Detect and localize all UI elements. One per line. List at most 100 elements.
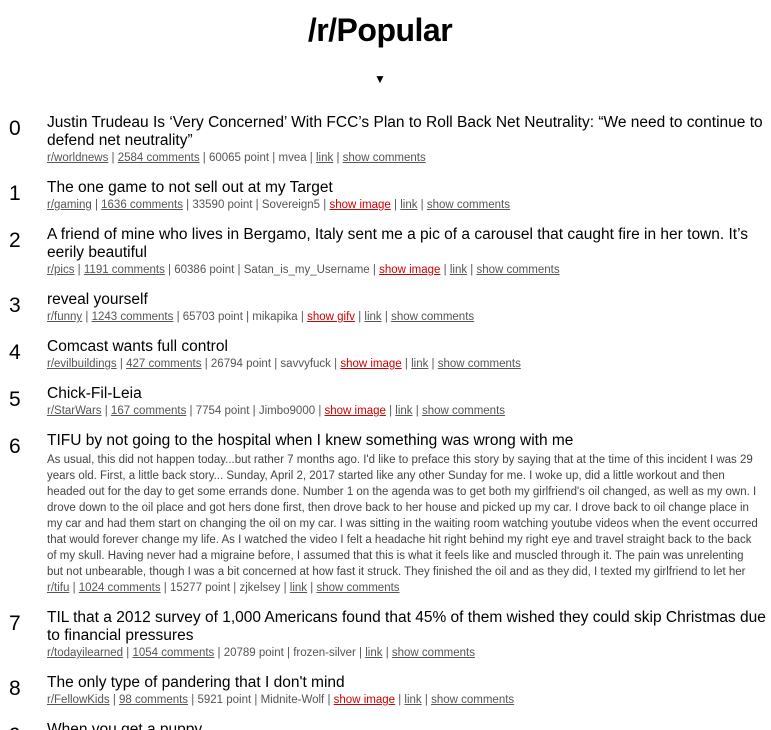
link-button[interactable]: link xyxy=(411,358,428,370)
author: mikapika xyxy=(252,311,298,323)
post-index: 3 xyxy=(9,294,21,317)
author: Midnite-Wolf xyxy=(260,694,325,706)
post-meta: r/funny | 1243 comments | 65703 point | … xyxy=(47,311,475,323)
post-item: 7 TIL that a 2012 survey of 1,000 Americ… xyxy=(8,609,768,660)
points: 60386 point xyxy=(174,264,235,276)
post-item: 1 The one game to not sell out at my Tar… xyxy=(8,179,768,212)
post-item: 4 Comcast wants full control r/evilbuild… xyxy=(8,338,768,371)
subreddit-link[interactable]: r/pics xyxy=(47,264,74,276)
show-image-button[interactable]: show image xyxy=(379,264,440,276)
subreddit-link[interactable]: r/funny xyxy=(47,311,82,323)
subreddit-link[interactable]: r/StarWars xyxy=(47,405,102,417)
post-title[interactable]: TIFU by not going to the hospital when I… xyxy=(47,432,768,450)
subreddit-link[interactable]: r/evilbuildings xyxy=(47,358,117,370)
points: 26794 point xyxy=(210,358,272,370)
post-title[interactable]: Comcast wants full control xyxy=(47,338,768,356)
show-comments-button[interactable]: show comments xyxy=(391,311,474,323)
link-button[interactable]: link xyxy=(404,694,421,706)
show-comments-button[interactable]: show comments xyxy=(422,405,505,417)
points: 65703 point xyxy=(182,311,243,323)
post-title[interactable]: The only type of pandering that I don't … xyxy=(47,674,768,692)
post-title[interactable]: Chick-Fil-Leia xyxy=(47,385,768,403)
post-index: 7 xyxy=(9,612,21,635)
link-button[interactable]: link xyxy=(316,152,333,164)
post-title[interactable]: reveal yourself xyxy=(47,291,768,309)
author: mvea xyxy=(278,152,307,164)
comments-link[interactable]: 2584 comments xyxy=(118,152,200,164)
post-index: 1 xyxy=(9,182,21,205)
comments-link[interactable]: 1636 comments xyxy=(101,199,183,211)
author: Satan_is_my_Username xyxy=(243,264,370,276)
points: 60065 point xyxy=(208,152,270,164)
show-comments-button[interactable]: show comments xyxy=(438,358,521,370)
post-item: 8 The only type of pandering that I don'… xyxy=(8,674,768,707)
post-item: 0 Justin Trudeau Is ‘Very Concerned’ Wit… xyxy=(8,114,768,165)
comments-link[interactable]: 167 comments xyxy=(111,405,186,417)
author: frozen-silver xyxy=(293,647,356,659)
show-image-button[interactable]: show image xyxy=(325,405,386,417)
author: Sovereign5 xyxy=(261,199,321,211)
post-index: 4 xyxy=(9,341,21,364)
post-item: 2 A friend of mine who lives in Bergamo,… xyxy=(8,226,768,277)
post-meta: r/FellowKids | 98 comments | 5921 point … xyxy=(47,694,515,706)
link-button[interactable]: link xyxy=(290,582,307,594)
post-title[interactable]: A friend of mine who lives in Bergamo, I… xyxy=(47,226,768,262)
comments-link[interactable]: 1024 comments xyxy=(79,582,161,594)
show-comments-button[interactable]: show comments xyxy=(343,152,426,164)
post-index: 2 xyxy=(9,229,21,252)
show-image-button[interactable]: show image xyxy=(340,358,401,370)
show-comments-button[interactable]: show comments xyxy=(431,694,514,706)
link-button[interactable]: link xyxy=(400,199,417,211)
show-image-button[interactable]: show image xyxy=(329,199,390,211)
post-selftext: As usual, this did not happen today...bu… xyxy=(47,454,758,578)
points: 33590 point xyxy=(192,199,253,211)
link-button[interactable]: link xyxy=(450,264,467,276)
post-index: 8 xyxy=(9,677,21,700)
post-item: 9 When you get a puppy xyxy=(8,721,768,730)
dropdown-arrow-icon[interactable]: ▼ xyxy=(0,72,760,86)
subreddit-link[interactable]: r/gaming xyxy=(47,199,92,211)
post-index: 9 xyxy=(8,721,47,730)
post-item: 6 TIFU by not going to the hospital when… xyxy=(8,432,768,595)
link-button[interactable]: link xyxy=(364,311,381,323)
post-meta: r/evilbuildings | 427 comments | 26794 p… xyxy=(47,358,521,370)
subreddit-link[interactable]: r/worldnews xyxy=(47,152,108,164)
comments-link[interactable]: 427 comments xyxy=(126,358,201,370)
subreddit-link[interactable]: r/FellowKids xyxy=(47,694,110,706)
post-title[interactable]: Justin Trudeau Is ‘Very Concerned’ With … xyxy=(47,114,768,150)
page-title: /r/Popular xyxy=(307,12,453,48)
show-image-button[interactable]: show image xyxy=(334,694,395,706)
post-index: 0 xyxy=(9,117,21,140)
points: 15277 point xyxy=(169,582,231,594)
subreddit-link[interactable]: r/tifu xyxy=(47,582,69,594)
comments-link[interactable]: 98 comments xyxy=(119,694,188,706)
show-comments-button[interactable]: show comments xyxy=(476,264,559,276)
points: 20789 point xyxy=(223,647,284,659)
author: zjkelsey xyxy=(239,582,281,594)
page: /r/Popular ▼ 0 Justin Trudeau Is ‘Very C… xyxy=(0,0,771,730)
show-gifv-button[interactable]: show gifv xyxy=(307,311,355,323)
points: 7754 point xyxy=(195,405,250,417)
points: 5921 point xyxy=(197,694,252,706)
post-title[interactable]: The one game to not sell out at my Targe… xyxy=(47,179,768,197)
comments-link[interactable]: 1191 comments xyxy=(84,264,165,276)
link-button[interactable]: link xyxy=(395,405,412,417)
link-button[interactable]: link xyxy=(365,647,382,659)
author: savvyfuck xyxy=(280,358,331,370)
comments-link[interactable]: 1243 comments xyxy=(92,311,174,323)
comments-link[interactable]: 1054 comments xyxy=(132,647,214,659)
post-meta: r/pics | 1191 comments | 60386 point | S… xyxy=(47,264,560,276)
post-title[interactable]: TIL that a 2012 survey of 1,000 American… xyxy=(47,609,768,645)
post-meta: r/StarWars | 167 comments | 7754 point |… xyxy=(47,405,506,417)
post-meta: r/todayilearned | 1054 comments | 20789 … xyxy=(47,647,475,659)
show-comments-button[interactable]: show comments xyxy=(392,647,475,659)
post-index: 5 xyxy=(9,388,21,411)
post-item: 5 Chick-Fil-Leia r/StarWars | 167 commen… xyxy=(8,385,768,418)
post-title[interactable]: When you get a puppy xyxy=(47,721,768,730)
subreddit-link[interactable]: r/todayilearned xyxy=(47,647,123,659)
post-item: 3 reveal yourself r/funny | 1243 comment… xyxy=(8,291,768,324)
post-meta: r/worldnews | 2584 comments | 60065 poin… xyxy=(47,152,426,164)
author: Jimbo9000 xyxy=(258,405,316,417)
show-comments-button[interactable]: show comments xyxy=(427,199,510,211)
show-comments-button[interactable]: show comments xyxy=(316,582,399,594)
